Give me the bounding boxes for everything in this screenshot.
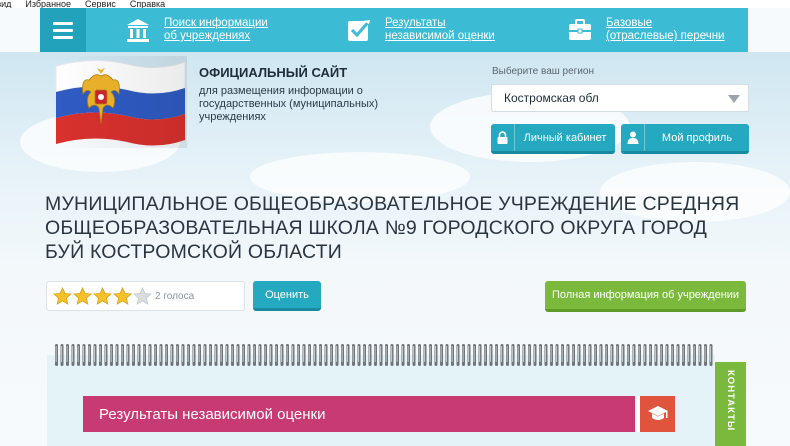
region-select[interactable]: Костромская обл <box>491 84 749 112</box>
dropdown-arrow-icon <box>728 95 740 103</box>
menu-item-tools[interactable]: Сервис <box>85 0 116 8</box>
nav-label-line1: Базовые <box>606 17 653 29</box>
star-icon[interactable] <box>53 286 72 306</box>
rating-stars[interactable] <box>53 286 152 306</box>
rate-button[interactable]: Оценить <box>253 281 321 311</box>
menu-item-favorites[interactable]: Избранное <box>25 0 71 8</box>
personal-cabinet-label: Личный кабинет <box>523 131 607 144</box>
site-subtitle: для размещения информации о государствен… <box>199 85 379 123</box>
region-value: Костромская обл <box>504 91 599 105</box>
nav-label-line1: Поиск информации <box>164 17 268 29</box>
coat-of-arms-logo <box>52 56 187 148</box>
nav-independent-results[interactable]: Результаты независимой оценки <box>345 8 495 52</box>
independent-results-title: Результаты независимой оценки <box>99 405 326 423</box>
nav-label-line2: об учреждениях <box>164 30 251 42</box>
star-icon[interactable] <box>113 286 132 306</box>
star-icon[interactable] <box>133 286 152 306</box>
briefcase-icon <box>566 16 594 44</box>
my-profile-button[interactable]: Мой профиль <box>621 124 749 154</box>
independent-results-bar[interactable]: Результаты независимой оценки <box>83 396 635 432</box>
contacts-label: КОНТАКТЫ <box>725 370 736 432</box>
site-title: ОФИЦИАЛЬНЫЙ САЙТ <box>199 65 348 80</box>
graduation-cap-icon <box>637 396 675 432</box>
menu-icon[interactable] <box>40 8 86 52</box>
building-icon <box>124 16 152 44</box>
star-icon[interactable] <box>93 286 112 306</box>
nav-search-institutions[interactable]: Поиск информации об учреждениях <box>124 8 268 52</box>
user-icon <box>621 124 645 151</box>
menu-item-help[interactable]: Справка <box>130 0 165 8</box>
personal-cabinet-button[interactable]: Личный кабинет <box>491 124 615 154</box>
nav-base-lists[interactable]: Базовые (отраслевые) перечни <box>566 8 724 52</box>
lock-icon <box>491 124 515 151</box>
nav-label-line2: (отраслевые) перечни <box>606 30 725 42</box>
rating-box: 2 голоса <box>46 281 245 311</box>
full-info-button[interactable]: Полная информация об учреждении <box>545 281 746 312</box>
checkbox-icon <box>345 16 373 44</box>
menu-item-view[interactable]: зид <box>0 0 11 8</box>
my-profile-label: Мой профиль <box>661 131 733 144</box>
browser-menubar: зид Избранное Сервис Справка <box>0 0 790 8</box>
organization-title: МУНИЦИПАЛЬНОЕ ОБЩЕОБРАЗОВАТЕЛЬНОЕ УЧРЕЖД… <box>45 193 740 263</box>
nav-label-line1: Результаты <box>385 17 446 29</box>
votes-count: 2 голоса <box>155 290 195 302</box>
region-label: Выберите ваш регион <box>492 66 594 77</box>
notebook-spiral <box>55 344 713 366</box>
contacts-tab[interactable]: КОНТАКТЫ <box>715 362 746 446</box>
star-icon[interactable] <box>73 286 92 306</box>
top-navigation: Поиск информации об учреждениях Результат… <box>40 8 748 52</box>
nav-label-line2: независимой оценки <box>385 30 495 42</box>
